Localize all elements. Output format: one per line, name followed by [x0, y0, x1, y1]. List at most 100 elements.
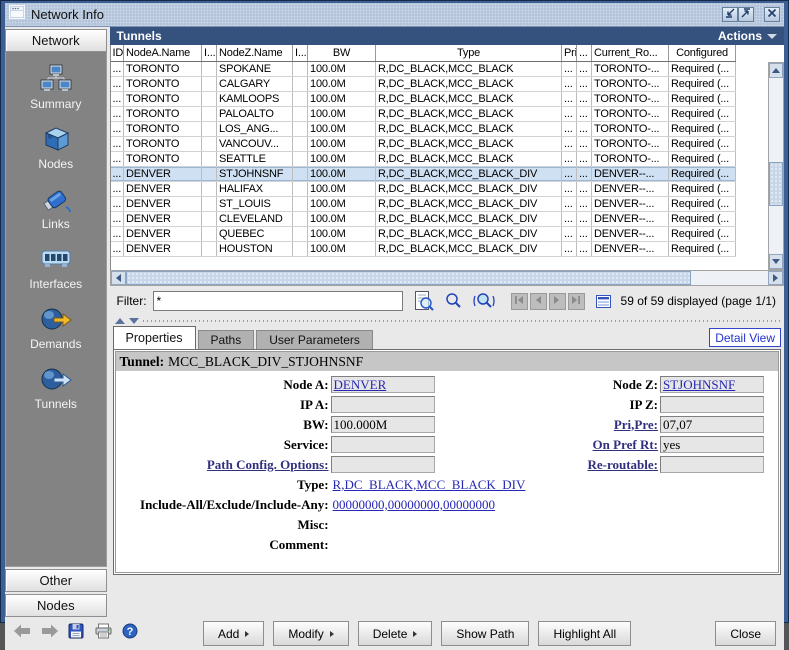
vertical-scroll-thumb[interactable]: [769, 162, 783, 206]
sidebar-item-summary[interactable]: Summary: [30, 64, 81, 111]
scroll-down-button[interactable]: [769, 254, 783, 269]
table-row[interactable]: ...DENVERSTJOHNSNF100.0MR,DC_BLACK,MCC_B…: [111, 166, 736, 181]
iconify-button[interactable]: [722, 7, 738, 22]
tab-paths[interactable]: Paths: [198, 330, 255, 349]
delete-button[interactable]: Delete: [358, 621, 433, 646]
table-row[interactable]: ...DENVERHALIFAX100.0MR,DC_BLACK,MCC_BLA…: [111, 181, 736, 196]
field-value-link[interactable]: DENVER: [334, 377, 387, 392]
close-button[interactable]: [764, 7, 780, 22]
filter-input[interactable]: [153, 291, 403, 311]
field-value-box[interactable]: [660, 396, 764, 413]
horizontal-scroll-thumb[interactable]: [126, 271, 691, 285]
column-header-4[interactable]: I...: [293, 45, 308, 61]
last-page-button[interactable]: [568, 293, 585, 310]
column-header-9[interactable]: Current_Ro...: [592, 45, 669, 61]
title-bar[interactable]: Network Info: [5, 3, 784, 27]
field-value-box[interactable]: 100.000M: [331, 416, 435, 433]
collapse-up-icon[interactable]: [115, 318, 125, 324]
sidebar-item-demands[interactable]: Demands: [30, 304, 81, 351]
first-page-button[interactable]: [511, 293, 528, 310]
table-row[interactable]: ...DENVERHOUSTON100.0MR,DC_BLACK,MCC_BLA…: [111, 241, 736, 256]
field-value-box[interactable]: STJOHNSNF: [660, 376, 764, 393]
back-button[interactable]: [13, 625, 31, 643]
field-value-box[interactable]: [660, 456, 764, 473]
horizontal-scrollbar[interactable]: [110, 270, 784, 286]
field-label[interactable]: Path Config. Options:: [116, 457, 331, 473]
field-value-link[interactable]: 00000000,00000000,00000000: [333, 497, 496, 512]
show-path-button[interactable]: Show Path: [441, 621, 529, 646]
field-value-box[interactable]: 07,07: [660, 416, 764, 433]
sidebar-nodes-button[interactable]: Nodes: [5, 594, 107, 617]
actions-menu-button[interactable]: Actions: [718, 29, 777, 43]
back-icon: [14, 624, 31, 643]
field-value-box[interactable]: [331, 396, 435, 413]
field-value-box[interactable]: [331, 456, 435, 473]
scroll-up-button[interactable]: [769, 63, 783, 78]
field-value-box[interactable]: [331, 436, 435, 453]
cell-node_z: QUEBEC: [217, 226, 293, 241]
highlight-all-button[interactable]: Highlight All: [538, 621, 631, 646]
table-row[interactable]: ...TORONTOPALOALTO100.0MR,DC_BLACK,MCC_B…: [111, 106, 736, 121]
column-header-10[interactable]: Configured: [669, 45, 736, 61]
table-row[interactable]: ...TORONTOLOS_ANG...100.0MR,DC_BLACK,MCC…: [111, 121, 736, 136]
close-button[interactable]: Close: [715, 621, 776, 646]
table-row[interactable]: ...TORONTOSEATTLE100.0MR,DC_BLACK,MCC_BL…: [111, 151, 736, 166]
vertical-scrollbar[interactable]: [768, 62, 784, 270]
column-header-5[interactable]: BW: [308, 45, 376, 61]
table-row[interactable]: ...DENVERQUEBEC100.0MR,DC_BLACK,MCC_BLAC…: [111, 226, 736, 241]
column-header-0[interactable]: ID: [111, 45, 124, 61]
table-row[interactable]: ...TORONTOVANCOUV...100.0MR,DC_BLACK,MCC…: [111, 136, 736, 151]
tab-user-parameters[interactable]: User Parameters: [256, 330, 373, 349]
field-label[interactable]: On Pref Rt:: [437, 437, 660, 453]
collapse-down-icon[interactable]: [129, 318, 139, 324]
cell-pri: ...: [562, 61, 577, 76]
sidebar-item-interfaces[interactable]: Interfaces: [29, 244, 82, 291]
prev-page-button[interactable]: [530, 293, 547, 310]
field-value-link[interactable]: STJOHNSNF: [663, 377, 735, 392]
field-value-link[interactable]: R,DC_BLACK,MCC_BLACK_DIV: [333, 477, 526, 492]
advanced-filter-button[interactable]: [413, 290, 435, 312]
zoom-region-button[interactable]: [473, 290, 495, 312]
table-row[interactable]: ...DENVERCLEVELAND100.0MR,DC_BLACK,MCC_B…: [111, 211, 736, 226]
sidebar-network-button[interactable]: Network: [5, 29, 107, 52]
cell-iz: [293, 76, 308, 91]
column-header-3[interactable]: NodeZ.Name: [217, 45, 293, 61]
column-header-1[interactable]: NodeA.Name: [124, 45, 202, 61]
field-label[interactable]: Re-routable:: [437, 457, 660, 473]
column-header-2[interactable]: I...: [202, 45, 217, 61]
sidebar-item-label: Nodes: [38, 157, 73, 171]
save-button[interactable]: [67, 625, 85, 643]
forward-button[interactable]: [40, 625, 58, 643]
horizontal-scroll-track[interactable]: [126, 271, 768, 285]
table-row[interactable]: ...TORONTOKAMLOOPS100.0MR,DC_BLACK,MCC_B…: [111, 91, 736, 106]
sidebar-item-nodes[interactable]: Nodes: [38, 124, 73, 171]
sidebar-other-button[interactable]: Other: [5, 569, 107, 592]
field-value-box[interactable]: DENVER: [331, 376, 435, 393]
cell-id: ...: [111, 166, 124, 181]
vertical-scroll-track[interactable]: [769, 78, 783, 254]
scroll-left-button[interactable]: [111, 271, 126, 285]
table-view-button[interactable]: [593, 290, 615, 312]
column-header-8[interactable]: ...: [577, 45, 592, 61]
sidebar-item-links[interactable]: Links: [40, 184, 72, 231]
field-label[interactable]: Pri,Pre:: [437, 417, 660, 433]
maximize-button[interactable]: [738, 7, 754, 22]
modify-button[interactable]: Modify: [273, 621, 348, 646]
scroll-right-button[interactable]: [768, 271, 783, 285]
print-button[interactable]: [94, 625, 112, 643]
split-pane-divider[interactable]: [110, 316, 784, 325]
field-value-box[interactable]: yes: [660, 436, 764, 453]
add-button[interactable]: Add: [203, 621, 264, 646]
column-header-7[interactable]: Pri: [562, 45, 577, 61]
sidebar-item-tunnels[interactable]: Tunnels: [35, 364, 77, 411]
detail-view-button[interactable]: Detail View: [709, 328, 781, 347]
cell-pri: ...: [562, 181, 577, 196]
next-page-button[interactable]: [549, 293, 566, 310]
table-row[interactable]: ...TORONTOCALGARY100.0MR,DC_BLACK,MCC_BL…: [111, 76, 736, 91]
tab-properties[interactable]: Properties: [113, 326, 196, 349]
table-row[interactable]: ...TORONTOSPOKANE100.0MR,DC_BLACK,MCC_BL…: [111, 61, 736, 76]
zoom-button[interactable]: [443, 290, 465, 312]
column-header-6[interactable]: Type: [376, 45, 562, 61]
help-button[interactable]: ?: [121, 625, 139, 643]
table-row[interactable]: ...DENVERST_LOUIS100.0MR,DC_BLACK,MCC_BL…: [111, 196, 736, 211]
